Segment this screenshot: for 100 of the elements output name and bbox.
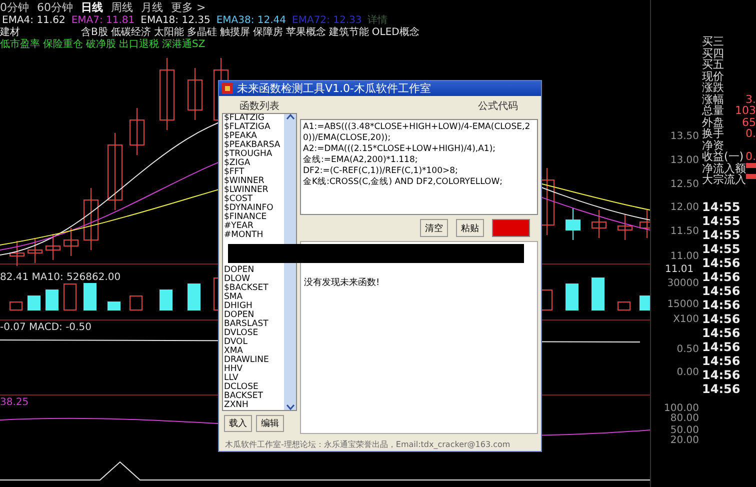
candlestick xyxy=(28,238,42,264)
axis-label: 80.00 xyxy=(670,413,699,424)
concept-tag: 低碳经济 xyxy=(110,25,151,39)
function-item[interactable]: $TROUGHA xyxy=(223,150,272,159)
scroll-up-icon[interactable] xyxy=(286,114,294,120)
function-item[interactable]: $FFT xyxy=(223,168,244,177)
function-item[interactable]: DVOL xyxy=(223,338,248,347)
volume-bar xyxy=(46,290,58,310)
macd-readout: -0.07 MACD: -0.50 xyxy=(0,322,92,333)
axis-label: 11.00 xyxy=(670,251,699,262)
indicator-value: 详情 xyxy=(368,14,388,26)
quote-label: 总量 xyxy=(702,105,724,116)
function-item[interactable]: BACKSET xyxy=(223,392,263,401)
price-marker: 11.01 xyxy=(665,264,694,275)
function-item[interactable]: DHIGH xyxy=(223,302,252,311)
volume-bar xyxy=(160,290,172,310)
period-tab[interactable]: 月线 xyxy=(141,0,163,14)
function-item[interactable]: LLV xyxy=(223,374,238,383)
flow-bar xyxy=(746,174,756,179)
function-item[interactable]: $BACKSET xyxy=(223,284,268,293)
function-item[interactable]: $FINANCE xyxy=(223,213,267,222)
scrollbar[interactable] xyxy=(284,114,296,410)
concept-tag: 苹果概念 xyxy=(286,25,326,39)
result-message: 没有发现未来函数! xyxy=(304,278,380,288)
period-tab[interactable]: 周线 xyxy=(111,0,133,14)
candlestick xyxy=(10,240,24,266)
indicator-readout: 38.25 xyxy=(0,397,29,408)
candlestick xyxy=(592,210,606,238)
function-item[interactable]: $DYNAINFO xyxy=(223,204,274,213)
function-item[interactable]: #YEAR xyxy=(223,222,254,231)
scroll-down-icon[interactable] xyxy=(286,404,294,410)
indicator-value: EMA4: 11.62 xyxy=(2,14,66,26)
function-item[interactable]: SMA xyxy=(223,293,243,302)
concept-tag: 破净股 xyxy=(86,37,116,51)
function-item[interactable]: BARSLAST xyxy=(223,320,268,329)
quote-label: 买三 xyxy=(702,36,724,48)
function-item[interactable]: DCLOSE xyxy=(223,383,258,392)
function-item[interactable]: #MONTH xyxy=(223,231,264,240)
axis-label: 12.50 xyxy=(670,179,699,190)
concept-tag: 含B股 xyxy=(81,25,108,39)
function-item[interactable]: DRAWLINE xyxy=(223,356,269,365)
volume-bar xyxy=(566,284,578,310)
indicator-value: EMA38: 12.44 xyxy=(216,14,286,26)
code-line: A2:=DMA(((2.15*CLOSE+LOW+HIGH)/4),A1); xyxy=(303,144,497,155)
axis-label: 100.00 xyxy=(664,403,699,414)
period-tab[interactable]: 60分钟 xyxy=(37,0,73,14)
function-item[interactable]: $LWINNER xyxy=(223,186,268,195)
axis-label: 13.50 xyxy=(670,131,699,142)
function-item[interactable]: XMA xyxy=(223,347,243,356)
volume-bar xyxy=(640,296,650,310)
function-item[interactable]: HHV xyxy=(223,365,243,374)
list-heading: 函数列表 xyxy=(238,100,280,111)
period-tab[interactable]: 日线 xyxy=(81,0,103,14)
volume-bar xyxy=(108,302,120,310)
function-item[interactable]: DVLOSE xyxy=(223,329,258,338)
function-item[interactable]: DOPEN xyxy=(223,311,254,320)
function-item[interactable]: $PEAKA xyxy=(223,132,257,141)
trade-time: 14:55 xyxy=(702,200,742,214)
concept-tag: 建筑节能 xyxy=(328,25,369,39)
quote-label: 大宗流入 xyxy=(702,174,746,186)
list-button[interactable]: 编辑 xyxy=(256,415,284,432)
axis-label: 0.50 xyxy=(676,344,699,355)
trade-time: 14:55 xyxy=(702,228,742,242)
action-button[interactable]: 粘贴 xyxy=(456,219,484,237)
function-item[interactable]: DOPEN xyxy=(223,266,254,275)
axis-label: 50.00 xyxy=(670,425,699,436)
trade-time: 14:56 xyxy=(702,256,742,270)
concept-tag: 多晶硅 xyxy=(186,25,217,39)
quote-value: 103 xyxy=(735,105,756,116)
code-line: DF2:=(C-REF(C,1))/REF(C,1)*100>8; xyxy=(303,166,459,177)
volume-bar xyxy=(10,302,22,310)
quote-label: 涨跌 xyxy=(702,82,724,94)
code-line: 金K线:CROSS(C,金线) AND DF2,COLORYELLOW; xyxy=(303,177,504,188)
quote-label: 现价 xyxy=(702,70,724,82)
volume-bar xyxy=(64,284,76,310)
trade-time: 14:55 xyxy=(702,242,742,256)
code-line: A1:=ABS(((3.48*CLOSE+HIGH+LOW)/4-EMA(CLOSE,20))/EMA(CLOSE,20)); xyxy=(303,122,532,144)
function-item[interactable]: $FLATZIGA xyxy=(223,123,270,132)
quote-value: 0. xyxy=(746,128,756,140)
function-item[interactable]: $ZIGA xyxy=(223,159,250,168)
function-item[interactable]: $WINNER xyxy=(223,177,264,186)
axis-label: 0.00 xyxy=(676,367,699,378)
function-item[interactable]: ZXNH xyxy=(223,401,248,410)
function-item[interactable]: $PEAKBARSA xyxy=(223,141,280,150)
action-button[interactable]: 清空 xyxy=(420,219,448,237)
concept-tag: 低市盈率 xyxy=(0,37,40,51)
candlestick xyxy=(64,228,78,256)
list-button[interactable]: 载入 xyxy=(224,415,252,432)
footer-credit: 木瓜软件工作室-理想论坛：永乐通宝荣誉出品，Email:tdx_cracker@163.com xyxy=(225,439,510,450)
function-item[interactable]: DLOW xyxy=(223,275,250,284)
code-editor[interactable]: A1:=ABS(((3.48*CLOSE+HIGH+LOW)/4-EMA(CLOSE,20))/EMA(CLOSE,20)); A2:=DMA(((2.15*CLOSE+LOW+HIGH)/4),A1); 金线:=EMA(A2,200)*1.118; DF2:=(C-REF(C,1))/REF(C,1)*100>8; 金K线:CROSS(C,金线) AND DF2,COLORYELLOW; xyxy=(300,119,538,215)
code-line: 金线:=EMA(A2,200)*1.118; xyxy=(303,155,419,166)
function-item[interactable]: $COST xyxy=(223,195,253,204)
period-tab[interactable]: 0分钟 xyxy=(0,0,29,14)
candlestick xyxy=(566,208,580,240)
period-tab[interactable]: 更多 > xyxy=(171,0,206,14)
trade-time: 14:56 xyxy=(702,284,742,298)
axis-label: 30000 xyxy=(667,278,699,289)
trade-time: 14:56 xyxy=(702,270,742,284)
trade-time: 14:56 xyxy=(702,312,742,326)
